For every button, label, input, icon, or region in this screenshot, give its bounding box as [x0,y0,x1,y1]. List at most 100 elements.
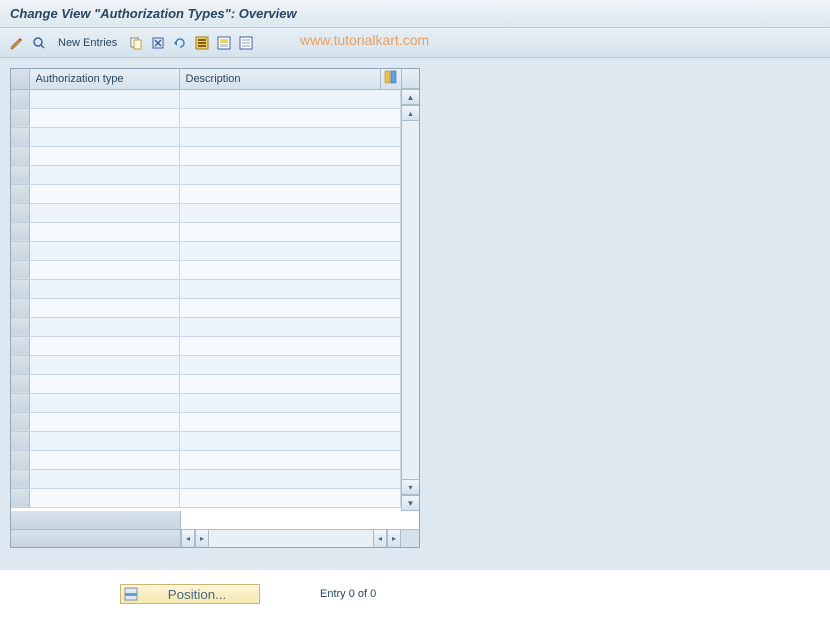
row-selector[interactable] [11,203,29,222]
scroll-down-button[interactable]: ▼ [402,495,419,511]
cell-description[interactable] [179,374,401,393]
cell-description[interactable] [179,317,401,336]
row-selector[interactable] [11,127,29,146]
row-selector[interactable] [11,279,29,298]
table-config-button[interactable] [381,69,401,89]
column-header-description[interactable]: Description [179,69,381,89]
cell-description[interactable] [179,260,401,279]
scroll-right-button[interactable]: ◂ [373,530,387,547]
cell-description[interactable] [179,412,401,431]
cell-auth-type[interactable] [29,222,179,241]
position-button[interactable]: Position... [120,584,260,604]
cell-auth-type[interactable] [29,393,179,412]
cell-auth-type[interactable] [29,317,179,336]
cell-auth-type[interactable] [29,374,179,393]
cell-description[interactable] [179,488,401,507]
scroll-up-button[interactable]: ▲ [402,89,419,105]
row-selector[interactable] [11,298,29,317]
delete-icon[interactable] [149,34,167,52]
cell-description[interactable] [179,127,401,146]
cell-auth-type[interactable] [29,146,179,165]
cell-auth-type[interactable] [29,336,179,355]
undo-icon[interactable] [171,34,189,52]
details-icon[interactable] [30,34,48,52]
row-selector[interactable] [11,431,29,450]
position-label: Position... [143,587,251,602]
cell-description[interactable] [179,89,401,108]
cell-description[interactable] [179,108,401,127]
deselect-all-icon[interactable] [237,34,255,52]
row-selector-last[interactable] [11,511,181,529]
cell-description[interactable] [179,336,401,355]
toggle-display-change-icon[interactable] [8,34,26,52]
cell-description[interactable] [179,203,401,222]
row-selector[interactable] [11,374,29,393]
copy-icon[interactable] [127,34,145,52]
cell-auth-type[interactable] [29,298,179,317]
cell-auth-type[interactable] [29,241,179,260]
cell-description[interactable] [179,279,401,298]
toolbar: New Entries [0,28,830,58]
cell-auth-type[interactable] [29,431,179,450]
cell-auth-type[interactable] [29,450,179,469]
row-selector-header[interactable] [11,69,29,89]
vertical-scrollbar[interactable]: ▲ ▴ ▾ ▼ [401,69,419,511]
horizontal-scrollbar[interactable]: ◂ ▸ ◂ ▸ [11,529,419,547]
scroll-track[interactable] [402,121,419,479]
row-selector[interactable] [11,184,29,203]
entry-count-text: Entry 0 of 0 [320,588,376,600]
cell-description[interactable] [179,355,401,374]
row-selector[interactable] [11,260,29,279]
row-selector[interactable] [11,317,29,336]
row-selector[interactable] [11,488,29,507]
cell-description[interactable] [179,450,401,469]
authorization-types-table: Authorization type Description ▲ ▴ ▾ ▼ [10,68,420,548]
column-header-auth-type[interactable]: Authorization type [29,69,179,89]
cell-auth-type[interactable] [29,355,179,374]
cell-description[interactable] [179,469,401,488]
page-title: Change View "Authorization Types": Overv… [0,0,830,28]
content-area: Authorization type Description ▲ ▴ ▾ ▼ [0,58,830,570]
row-selector[interactable] [11,336,29,355]
scroll-left-button[interactable]: ▸ [195,530,209,547]
cell-auth-type[interactable] [29,184,179,203]
row-selector[interactable] [11,108,29,127]
cell-description[interactable] [179,431,401,450]
cell-auth-type[interactable] [29,127,179,146]
cell-description[interactable] [179,184,401,203]
cell-auth-type[interactable] [29,165,179,184]
cell-auth-type[interactable] [29,412,179,431]
row-selector[interactable] [11,222,29,241]
cell-auth-type[interactable] [29,89,179,108]
cell-description[interactable] [179,241,401,260]
row-selector[interactable] [11,355,29,374]
cell-auth-type[interactable] [29,203,179,222]
select-block-icon[interactable] [215,34,233,52]
position-icon [123,586,139,602]
cell-description[interactable] [179,393,401,412]
cell-auth-type[interactable] [29,469,179,488]
row-selector[interactable] [11,165,29,184]
cell-description[interactable] [179,298,401,317]
cell-description[interactable] [179,165,401,184]
cell-auth-type[interactable] [29,488,179,507]
row-selector[interactable] [11,450,29,469]
row-selector[interactable] [11,393,29,412]
scroll-first-button[interactable]: ◂ [181,530,195,547]
row-selector[interactable] [11,412,29,431]
cell-auth-type[interactable] [29,108,179,127]
row-selector[interactable] [11,469,29,488]
row-selector[interactable] [11,241,29,260]
scroll-line-up-button[interactable]: ▴ [402,105,419,121]
row-selector[interactable] [11,89,29,108]
scroll-last-button[interactable]: ▸ [387,530,401,547]
cell-auth-type[interactable] [29,260,179,279]
scroll-line-down-button[interactable]: ▾ [402,479,419,495]
row-selector[interactable] [11,146,29,165]
cell-description[interactable] [179,222,401,241]
footer-bar: Position... Entry 0 of 0 [0,570,830,614]
select-all-icon[interactable] [193,34,211,52]
cell-description[interactable] [179,146,401,165]
new-entries-button[interactable]: New Entries [58,37,117,49]
cell-auth-type[interactable] [29,279,179,298]
